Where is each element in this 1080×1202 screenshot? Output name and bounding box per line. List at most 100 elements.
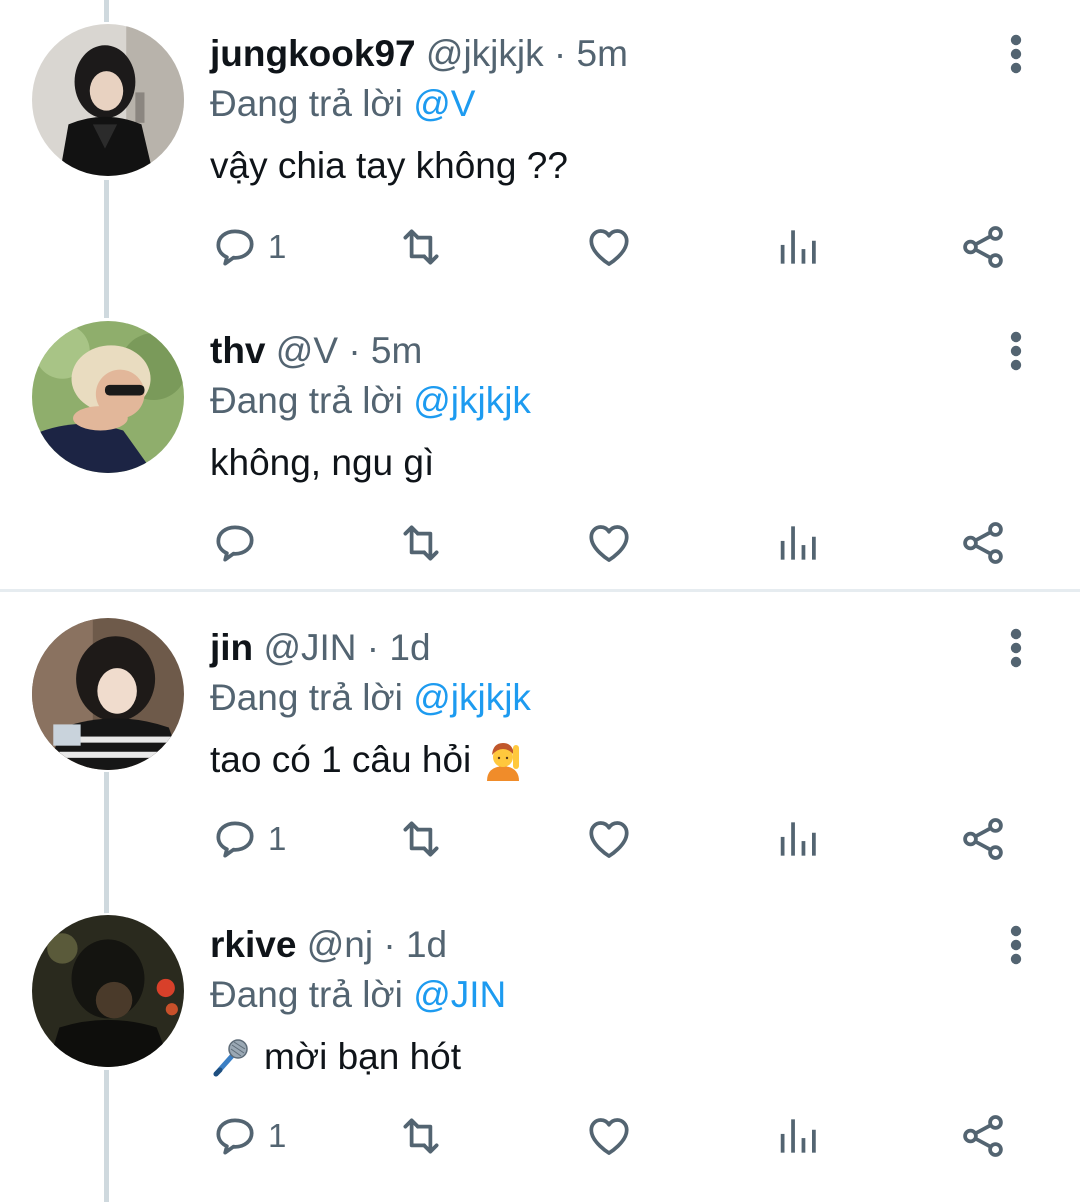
- views-icon: [772, 1111, 822, 1161]
- retweet-button[interactable]: [396, 518, 446, 568]
- retweet-button[interactable]: [396, 814, 446, 864]
- retweet-button[interactable]: [396, 222, 446, 272]
- tweet[interactable]: jin @JIN · 1d Đang trả lời @jkjkjk tao c…: [0, 616, 1080, 896]
- tweet-header: jungkook97 @jkjkjk · 5m: [210, 32, 628, 76]
- thread-divider: [0, 589, 1080, 592]
- replying-to-label: Đang trả lời: [210, 380, 403, 421]
- retweet-button[interactable]: [396, 1111, 446, 1161]
- more-icon[interactable]: [1004, 925, 1028, 965]
- share-icon: [958, 1111, 1008, 1161]
- user-handle[interactable]: @jkjkjk: [426, 33, 544, 74]
- tweet-text-body: vậy chia tay không ??: [210, 145, 568, 186]
- more-icon[interactable]: [1004, 34, 1028, 74]
- raising-hand-emoji: [487, 743, 520, 781]
- views-button[interactable]: [772, 814, 822, 864]
- views-button[interactable]: [772, 1111, 822, 1161]
- tweet[interactable]: rkive @nj · 1d Đang trả lời @JIN mời bạn…: [0, 913, 1080, 1193]
- timestamp[interactable]: 5m: [371, 330, 422, 371]
- mention-link[interactable]: @jkjkjk: [413, 677, 531, 718]
- separator-dot: ·: [348, 330, 361, 371]
- avatar-photo: [32, 321, 184, 473]
- like-button[interactable]: [584, 814, 634, 864]
- tweet[interactable]: jungkook97 @jkjkjk · 5m Đang trả lời @V …: [0, 22, 1080, 302]
- retweet-icon: [396, 518, 446, 568]
- reply-button[interactable]: 1: [210, 1111, 286, 1161]
- reply-icon: [210, 1111, 260, 1161]
- avatar[interactable]: [30, 616, 186, 772]
- tweet-actions: [210, 518, 1030, 568]
- separator-dot: ·: [383, 924, 396, 965]
- replying-to: Đang trả lời @jkjkjk: [210, 676, 531, 720]
- reply-icon: [210, 814, 260, 864]
- replying-to-label: Đang trả lời: [210, 974, 403, 1015]
- timestamp[interactable]: 5m: [577, 33, 628, 74]
- tweet-text-body: không, ngu gì: [210, 442, 435, 483]
- views-icon: [772, 814, 822, 864]
- user-handle[interactable]: @JIN: [263, 627, 356, 668]
- like-button[interactable]: [584, 1111, 634, 1161]
- replying-to-label: Đang trả lời: [210, 677, 403, 718]
- mention-link[interactable]: @jkjkjk: [413, 380, 531, 421]
- like-button[interactable]: [584, 518, 634, 568]
- reply-icon: [210, 222, 260, 272]
- tweet-actions: 1: [210, 814, 1030, 864]
- share-button[interactable]: [958, 222, 1008, 272]
- retweet-icon: [396, 1111, 446, 1161]
- share-button[interactable]: [958, 814, 1008, 864]
- tweet-header: rkive @nj · 1d: [210, 923, 447, 967]
- avatar[interactable]: [30, 22, 186, 178]
- tweet[interactable]: thv @V · 5m Đang trả lời @jkjkjk không, …: [0, 319, 1080, 589]
- share-button[interactable]: [958, 1111, 1008, 1161]
- views-icon: [772, 222, 822, 272]
- like-icon: [584, 222, 634, 272]
- more-icon[interactable]: [1004, 628, 1028, 668]
- microphone-emoji: [213, 1039, 248, 1077]
- like-icon: [584, 518, 634, 568]
- views-icon: [772, 518, 822, 568]
- tweet-actions: 1: [210, 222, 1030, 272]
- mention-link[interactable]: @JIN: [413, 974, 506, 1015]
- reply-count: 1: [268, 820, 287, 857]
- avatar[interactable]: [30, 319, 186, 475]
- timestamp[interactable]: 1d: [389, 627, 430, 668]
- avatar[interactable]: [30, 913, 186, 1069]
- share-icon: [958, 814, 1008, 864]
- tweet-text: mời bạn hót: [210, 1033, 461, 1081]
- reply-count: 1: [268, 228, 287, 265]
- user-handle[interactable]: @nj: [307, 924, 373, 965]
- views-button[interactable]: [772, 518, 822, 568]
- separator-dot: ·: [553, 33, 567, 74]
- retweet-icon: [396, 814, 446, 864]
- user-handle[interactable]: @V: [276, 330, 338, 371]
- retweet-icon: [396, 222, 446, 272]
- reply-button[interactable]: [210, 518, 268, 568]
- timestamp[interactable]: 1d: [406, 924, 447, 965]
- share-icon: [958, 222, 1008, 272]
- display-name[interactable]: jin: [210, 627, 253, 668]
- reply-button[interactable]: 1: [210, 814, 286, 864]
- replying-to: Đang trả lời @V: [210, 82, 475, 126]
- reply-count: 1: [268, 1117, 287, 1154]
- like-button[interactable]: [584, 222, 634, 272]
- views-button[interactable]: [772, 222, 822, 272]
- replying-to: Đang trả lời @jkjkjk: [210, 379, 531, 423]
- tweet-actions: 1: [210, 1111, 1030, 1161]
- avatar-photo: [32, 915, 184, 1067]
- replying-to: Đang trả lời @JIN: [210, 973, 506, 1017]
- display-name[interactable]: thv: [210, 330, 266, 371]
- mention-link[interactable]: @V: [413, 83, 475, 124]
- avatar-photo: [32, 618, 184, 770]
- reply-button[interactable]: 1: [210, 222, 286, 272]
- thread-connector-line: [104, 0, 109, 22]
- separator-dot: ·: [366, 627, 380, 668]
- avatar-photo: [32, 24, 184, 176]
- tweet-text-body: tao có 1 câu hỏi: [210, 739, 472, 780]
- share-button[interactable]: [958, 518, 1008, 568]
- display-name[interactable]: rkive: [210, 924, 296, 965]
- tweet-text: không, ngu gì: [210, 439, 434, 487]
- tweet-header: thv @V · 5m: [210, 329, 422, 373]
- more-icon[interactable]: [1004, 331, 1028, 371]
- reply-icon: [210, 518, 260, 568]
- like-icon: [584, 814, 634, 864]
- display-name[interactable]: jungkook97: [210, 33, 416, 74]
